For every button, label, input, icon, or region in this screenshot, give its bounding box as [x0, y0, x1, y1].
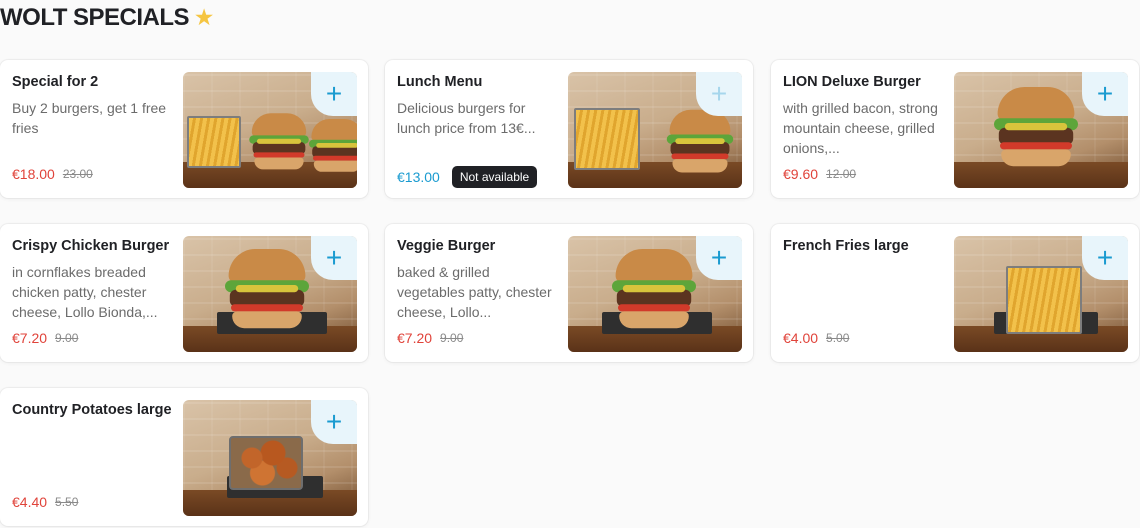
- item-price: €7.20: [12, 330, 48, 346]
- burger-graphic: [666, 109, 734, 177]
- menu-item-card[interactable]: Veggie Burger baked & grilled vegetables…: [385, 224, 753, 362]
- star-emoji-icon: ★: [195, 7, 213, 29]
- item-price: €13.00: [397, 169, 440, 185]
- burger-graphic: [249, 113, 309, 173]
- item-old-price: 9.00: [440, 331, 464, 345]
- item-image: +: [183, 400, 357, 516]
- fries-basket-graphic: [187, 116, 241, 168]
- menu-item-card[interactable]: Special for 2 Buy 2 burgers, get 1 free …: [0, 60, 368, 198]
- burger-graphic: [612, 249, 696, 333]
- add-to-cart-button[interactable]: +: [1082, 236, 1128, 280]
- menu-item-card[interactable]: LION Deluxe Burger with grilled bacon, s…: [771, 60, 1139, 198]
- item-name: LION Deluxe Burger: [783, 74, 921, 90]
- add-to-cart-button[interactable]: +: [311, 72, 357, 116]
- item-old-price: 9.00: [55, 331, 79, 345]
- burger-graphic: [225, 249, 309, 333]
- price-row: €7.20 9.00: [12, 330, 78, 346]
- price-row: €7.20 9.00: [397, 330, 463, 346]
- fries-basket-graphic: [1006, 266, 1082, 334]
- menu-item-card[interactable]: French Fries large €4.00 5.00 +: [771, 224, 1139, 362]
- add-to-cart-button[interactable]: +: [696, 236, 742, 280]
- item-name: French Fries large: [783, 238, 909, 254]
- item-name: Veggie Burger: [397, 238, 496, 254]
- burger-graphic: [994, 87, 1078, 171]
- potato-wedges-graphic: [229, 436, 303, 490]
- item-image: +: [568, 236, 742, 352]
- item-price: €9.60: [783, 166, 819, 182]
- menu-item-card[interactable]: Crispy Chicken Burger in cornflakes brea…: [0, 224, 368, 362]
- item-name: Country Potatoes large: [12, 402, 172, 418]
- item-image: +: [183, 236, 357, 352]
- item-description: in cornflakes breaded chicken patty, che…: [12, 264, 158, 320]
- price-row: €18.00 23.00: [12, 166, 93, 182]
- menu-item-card[interactable]: Country Potatoes large €4.40 5.50 +: [0, 388, 368, 526]
- price-row: €4.40 5.50: [12, 494, 78, 510]
- menu-item-card[interactable]: Lunch Menu Delicious burgers for lunch p…: [385, 60, 753, 198]
- price-row: €9.60 12.00: [783, 166, 856, 182]
- item-image: +: [183, 72, 357, 188]
- item-description: Delicious burgers for lunch price from 1…: [397, 100, 536, 136]
- item-price: €18.00: [12, 166, 55, 182]
- price-row: €4.00 5.00: [783, 330, 849, 346]
- not-available-badge: Not available: [451, 166, 538, 188]
- add-to-cart-button[interactable]: +: [311, 400, 357, 444]
- item-price: €7.20: [397, 330, 433, 346]
- item-description: Buy 2 burgers, get 1 free fries: [12, 100, 167, 136]
- item-description: baked & grilled vegetables patty, cheste…: [397, 264, 552, 320]
- fries-basket-graphic: [574, 108, 640, 170]
- item-name: Crispy Chicken Burger: [12, 238, 170, 254]
- item-image: +: [568, 72, 742, 188]
- add-to-cart-button[interactable]: +: [696, 72, 742, 116]
- item-name: Lunch Menu: [397, 74, 483, 90]
- item-old-price: 5.50: [55, 495, 79, 509]
- item-image: +: [954, 72, 1128, 188]
- add-to-cart-button[interactable]: +: [311, 236, 357, 280]
- item-old-price: 12.00: [826, 167, 857, 181]
- item-name: Special for 2: [12, 74, 99, 90]
- item-price: €4.40: [12, 494, 48, 510]
- item-price: €4.00: [783, 330, 819, 346]
- price-row: €13.00 Not available: [397, 166, 538, 188]
- item-old-price: 23.00: [62, 167, 93, 181]
- item-image: +: [954, 236, 1128, 352]
- burger-graphic: [309, 119, 357, 175]
- add-to-cart-button[interactable]: +: [1082, 72, 1128, 116]
- section-title: WOLT SPECIALS ★: [0, 4, 213, 32]
- section-title-text: WOLT SPECIALS: [0, 4, 190, 31]
- item-old-price: 5.00: [826, 331, 850, 345]
- item-description: with grilled bacon, strong mountain chee…: [783, 100, 938, 156]
